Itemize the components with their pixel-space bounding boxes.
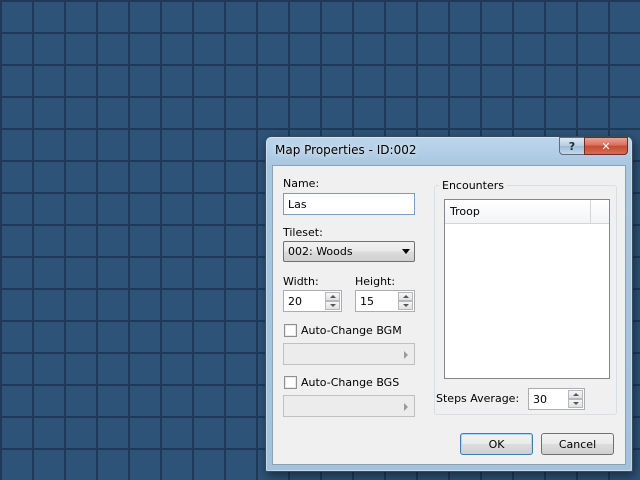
steps-average-spinbox[interactable]: 30 — [528, 388, 585, 410]
height-label: Height: — [355, 275, 396, 288]
dialog-title: Map Properties - ID:002 — [275, 143, 417, 157]
tileset-selected-value: 002: Woods — [288, 245, 353, 258]
chevron-right-icon — [404, 351, 408, 359]
close-icon: ✕ — [601, 139, 611, 153]
close-button[interactable]: ✕ — [584, 137, 628, 155]
encounters-group-label: Encounters — [439, 179, 507, 192]
map-properties-dialog: Map Properties - ID:002 ? ✕ Name: Tilese… — [265, 136, 633, 472]
bgs-selector — [283, 395, 415, 417]
width-label: Width: — [283, 275, 319, 288]
height-increment-button[interactable] — [398, 292, 413, 301]
width-decrement-button[interactable] — [325, 301, 340, 310]
steps-average-label: Steps Average: — [436, 392, 520, 405]
column-header-troop[interactable]: Troop — [445, 200, 591, 224]
ok-button[interactable]: OK — [460, 433, 533, 455]
auto-change-bgm-label: Auto-Change BGM — [301, 324, 402, 337]
height-spinbox[interactable]: 15 — [355, 290, 415, 312]
bgm-selector — [283, 343, 415, 365]
arrow-up-icon — [330, 295, 336, 298]
tileset-label: Tileset: — [283, 226, 323, 239]
arrow-up-icon — [403, 295, 409, 298]
height-decrement-button[interactable] — [398, 301, 413, 310]
steps-increment-button[interactable] — [568, 390, 583, 399]
steps-decrement-button[interactable] — [568, 399, 583, 408]
arrow-down-icon — [573, 402, 579, 405]
auto-change-bgs-label: Auto-Change BGS — [301, 376, 400, 389]
width-spinbox[interactable]: 20 — [283, 290, 342, 312]
cancel-button[interactable]: Cancel — [541, 433, 614, 455]
help-button[interactable]: ? — [559, 137, 585, 155]
name-label: Name: — [283, 177, 320, 190]
list-header: Troop — [445, 200, 609, 224]
height-value: 15 — [360, 295, 374, 308]
width-value: 20 — [288, 295, 302, 308]
chevron-down-icon — [402, 249, 410, 254]
steps-average-value: 30 — [533, 393, 547, 406]
width-increment-button[interactable] — [325, 292, 340, 301]
tileset-dropdown[interactable]: 002: Woods — [283, 241, 415, 262]
encounters-list[interactable]: Troop — [444, 199, 610, 379]
arrow-down-icon — [330, 304, 336, 307]
dialog-client-area: Name: Tileset: 002: Woods Width: 20 Heig… — [272, 165, 626, 465]
auto-change-bgs-checkbox[interactable] — [284, 376, 297, 389]
arrow-up-icon — [573, 393, 579, 396]
arrow-down-icon — [403, 304, 409, 307]
name-input[interactable] — [283, 193, 415, 215]
auto-change-bgm-checkbox[interactable] — [284, 324, 297, 337]
chevron-right-icon — [404, 403, 408, 411]
